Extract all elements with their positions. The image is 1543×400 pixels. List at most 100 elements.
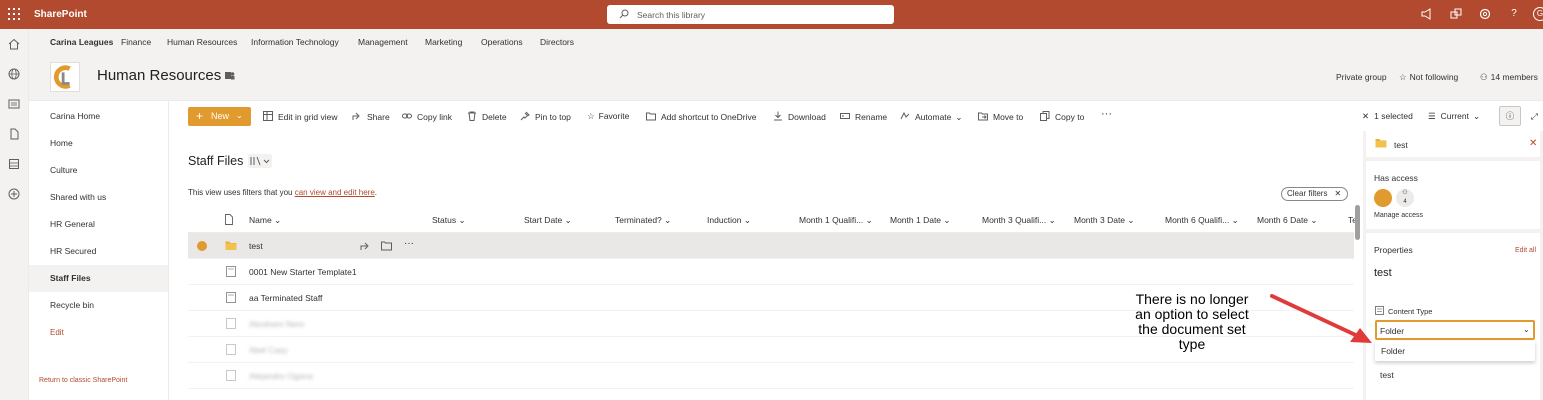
hub-link-finance[interactable]: Finance xyxy=(121,37,151,47)
column-header-month1-qualification[interactable]: Month 1 Qualifi... ⌄ xyxy=(799,215,873,226)
app-launcher-icon[interactable] xyxy=(8,8,20,20)
gear-icon[interactable] xyxy=(1478,7,1492,21)
members-button[interactable]: ⚇ 14 members xyxy=(1480,72,1538,83)
column-header-induction[interactable]: Induction ⌄ xyxy=(707,215,751,226)
share-icon[interactable] xyxy=(1449,7,1463,21)
column-header-month1-date[interactable]: Month 1 Date ⌄ xyxy=(890,215,951,226)
name-property-value[interactable]: test xyxy=(1374,267,1392,279)
site-title[interactable]: Human Resources xyxy=(97,67,221,84)
favorite-label: Favorite xyxy=(598,111,630,121)
folder-icon xyxy=(225,241,237,250)
next-property-value[interactable]: test xyxy=(1380,370,1394,380)
nav-edit-link[interactable]: Edit xyxy=(29,319,168,346)
column-header-month6-qualification[interactable]: Month 6 Qualifi... ⌄ xyxy=(1165,215,1239,226)
new-button[interactable]: + New ⌄ xyxy=(188,107,251,126)
hub-link-management[interactable]: Management xyxy=(358,37,408,47)
column-header-status[interactable]: Status ⌄ xyxy=(432,215,466,226)
create-icon[interactable] xyxy=(8,188,20,200)
info-pane-button[interactable]: ⓘ xyxy=(1499,106,1521,126)
expand-icon[interactable]: ⤢ xyxy=(1531,111,1538,122)
details-header: test ✕ xyxy=(1366,131,1540,157)
table-row[interactable]: test ··· xyxy=(188,233,1354,259)
nav-item-carina-home[interactable]: Carina Home xyxy=(29,103,168,130)
hub-link-operations[interactable]: Operations xyxy=(481,37,523,47)
home-icon[interactable] xyxy=(8,38,20,50)
manage-access-link[interactable]: Manage access xyxy=(1374,212,1423,219)
content-type-option[interactable]: Folder xyxy=(1375,341,1535,361)
hub-link-information-technology[interactable]: Information Technology xyxy=(251,37,339,47)
nav-item-shared-with-us[interactable]: Shared with us xyxy=(29,184,168,211)
favorite-star-icon: ☆ xyxy=(587,111,595,121)
more-actions-icon[interactable]: ··· xyxy=(404,238,418,249)
return-to-classic-link[interactable]: Return to classic SharePoint xyxy=(39,377,127,384)
column-header-terminated[interactable]: Terminated? ⌄ xyxy=(615,215,671,226)
more-commands-icon[interactable]: ··· xyxy=(1101,108,1112,120)
download-label: Download xyxy=(788,112,826,122)
copy-to-button[interactable]: Copy to xyxy=(1040,111,1084,122)
share-icon[interactable] xyxy=(360,240,371,251)
table-row[interactable]: 0001 New Starter Template1 xyxy=(188,259,1354,285)
megaphone-icon[interactable] xyxy=(1420,7,1434,21)
document-set-icon xyxy=(226,370,236,381)
selection-count[interactable]: ✕ 1 selected xyxy=(1362,111,1413,122)
access-group-icon[interactable] xyxy=(1374,189,1392,207)
favorite-button[interactable]: ☆ Favorite xyxy=(587,111,629,122)
shortcut-icon[interactable] xyxy=(381,240,392,251)
site-logo[interactable] xyxy=(50,62,80,92)
hub-name[interactable]: Carina Leagues xyxy=(50,37,113,47)
teams-icon[interactable] xyxy=(224,70,235,81)
share-button[interactable]: Share xyxy=(352,111,390,122)
nav-item-hr-general[interactable]: HR General xyxy=(29,211,168,238)
list-icon[interactable] xyxy=(8,158,20,170)
view-lines-icon: ☰ xyxy=(1428,111,1436,121)
edit-all-link[interactable]: Edit all xyxy=(1515,247,1536,254)
nav-item-hr-secured[interactable]: HR Secured xyxy=(29,238,168,265)
document-icon[interactable] xyxy=(8,128,20,140)
nav-item-staff-files[interactable]: Staff Files xyxy=(29,265,168,292)
hub-link-directors[interactable]: Directors xyxy=(540,37,574,47)
filter-edit-link[interactable]: can view and edit here xyxy=(295,188,375,197)
move-to-button[interactable]: Move to xyxy=(978,111,1023,122)
row-name[interactable]: aa Terminated Staff xyxy=(249,293,322,303)
globe-icon[interactable] xyxy=(8,68,20,80)
content-type-dropdown[interactable]: Folder ⌄ xyxy=(1375,320,1535,340)
nav-item-culture[interactable]: Culture xyxy=(29,157,168,184)
copy-link-button[interactable]: Copy link xyxy=(402,111,452,122)
column-header-month3-qualification[interactable]: Month 3 Qualifi... ⌄ xyxy=(982,215,1056,226)
row-name[interactable]: Abel Casy xyxy=(249,345,288,355)
follow-button[interactable]: ☆ Not following xyxy=(1399,72,1458,83)
row-name[interactable]: test xyxy=(249,241,263,251)
row-name[interactable]: Alejandro Ogana xyxy=(249,371,313,381)
search-box[interactable]: Search this library xyxy=(607,5,894,24)
vertical-scrollbar[interactable] xyxy=(1355,205,1360,240)
news-icon[interactable] xyxy=(8,98,20,110)
delete-button[interactable]: Delete xyxy=(467,111,507,122)
column-header-start-date[interactable]: Start Date ⌄ xyxy=(524,215,572,226)
column-header-month3-date[interactable]: Month 3 Date ⌄ xyxy=(1074,215,1135,226)
hub-link-human-resources[interactable]: Human Resources xyxy=(167,37,237,47)
avatar-icon[interactable]: G xyxy=(1533,7,1543,21)
row-checked-icon[interactable] xyxy=(197,241,207,251)
close-pane-icon[interactable]: ✕ xyxy=(1529,138,1537,149)
hub-link-marketing[interactable]: Marketing xyxy=(425,37,462,47)
help-icon[interactable]: ? xyxy=(1507,7,1521,21)
row-name[interactable]: 0001 New Starter Template1 xyxy=(249,267,357,277)
view-selector[interactable]: ☰ Current ⌄ xyxy=(1428,111,1480,122)
rename-button[interactable]: Rename xyxy=(840,111,887,122)
automate-button[interactable]: Automate ⌄ xyxy=(900,111,963,123)
view-switch-icon[interactable] xyxy=(248,154,272,168)
file-type-icon[interactable] xyxy=(224,214,234,225)
column-header-month6-date[interactable]: Month 6 Date ⌄ xyxy=(1257,215,1318,226)
download-button[interactable]: Download xyxy=(773,111,826,122)
nav-item-home[interactable]: Home xyxy=(29,130,168,157)
row-name[interactable]: Abraham Nero xyxy=(249,319,304,329)
clear-filters-button[interactable]: Clear filters ✕ xyxy=(1281,187,1348,201)
column-header-name[interactable]: Name ⌄ xyxy=(249,215,281,226)
nav-item-recycle-bin[interactable]: Recycle bin xyxy=(29,292,168,319)
table-row[interactable]: Alejandro Ogana xyxy=(188,363,1354,389)
access-count-badge[interactable]: ⚇ 4 xyxy=(1396,189,1414,207)
edit-grid-view-button[interactable]: Edit in grid view xyxy=(263,111,338,122)
pin-to-top-button[interactable]: Pin to top xyxy=(520,111,571,122)
app-name[interactable]: SharePoint xyxy=(34,9,87,20)
add-shortcut-button[interactable]: Add shortcut to OneDrive xyxy=(646,111,756,122)
